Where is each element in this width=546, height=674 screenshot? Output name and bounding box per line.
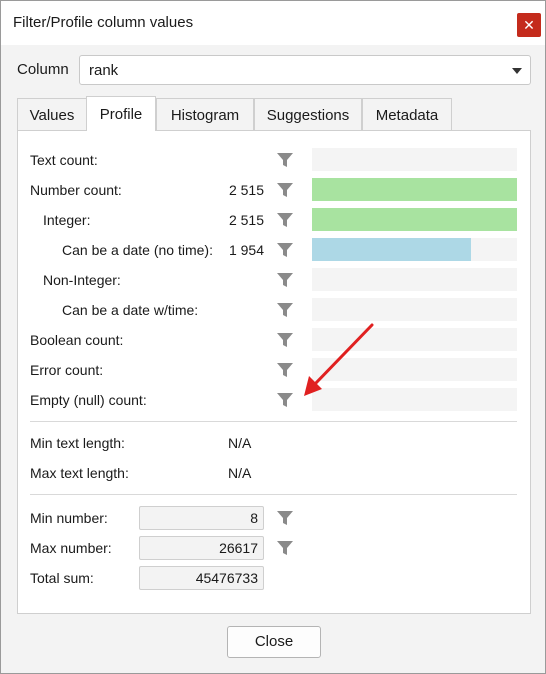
min-text-length-value: N/A [228, 435, 252, 451]
integer-value: 2 515 [228, 212, 264, 228]
title-bar: Filter/Profile column values ✕ [1, 1, 545, 45]
max-text-length-value: N/A [228, 465, 252, 481]
funnel-icon[interactable] [276, 152, 294, 168]
number-count-bar-fill [312, 178, 517, 201]
funnel-icon[interactable] [276, 242, 294, 258]
funnel-icon[interactable] [276, 540, 294, 556]
date-no-time-value: 1 954 [228, 242, 264, 258]
min-number-field[interactable]: 8 [139, 506, 264, 530]
number-count-label: Number count: [30, 182, 122, 198]
funnel-icon[interactable] [276, 182, 294, 198]
max-text-length-label: Max text length: [30, 465, 129, 481]
column-select[interactable]: rank [79, 55, 531, 85]
tab-profile[interactable]: Profile [86, 96, 156, 131]
divider [30, 494, 517, 495]
min-number-label: Min number: [30, 510, 108, 526]
tab-histogram[interactable]: Histogram [156, 98, 254, 130]
funnel-icon[interactable] [276, 510, 294, 526]
close-window-button[interactable]: ✕ [517, 13, 541, 37]
funnel-icon[interactable] [276, 212, 294, 228]
error-count-label: Error count: [30, 362, 104, 378]
funnel-icon[interactable] [276, 392, 294, 408]
dialog-window: Filter/Profile column values ✕ Column ra… [0, 0, 546, 674]
funnel-icon[interactable] [276, 272, 294, 288]
non-integer-label: Non-Integer: [43, 272, 121, 288]
boolean-count-label: Boolean count: [30, 332, 124, 348]
chevron-down-icon [512, 68, 522, 74]
min-text-length-label: Min text length: [30, 435, 125, 451]
integer-bar [312, 208, 517, 231]
tab-suggestions[interactable]: Suggestions [254, 98, 362, 130]
text-count-bar [312, 148, 517, 171]
funnel-icon[interactable] [276, 332, 294, 348]
date-with-time-bar [312, 298, 517, 321]
date-no-time-label: Can be a date (no time): [62, 242, 213, 258]
date-no-time-bar [312, 238, 517, 261]
funnel-icon[interactable] [276, 302, 294, 318]
date-no-time-bar-fill [312, 238, 472, 261]
divider [30, 421, 517, 422]
total-sum-label: Total sum: [30, 570, 94, 586]
non-integer-bar [312, 268, 517, 291]
window-title: Filter/Profile column values [13, 14, 194, 31]
total-sum-field[interactable]: 45476733 [139, 566, 264, 590]
max-number-label: Max number: [30, 540, 112, 556]
max-number-field[interactable]: 26617 [139, 536, 264, 560]
integer-bar-fill [312, 208, 517, 231]
integer-label: Integer: [43, 212, 91, 228]
tab-values[interactable]: Values [17, 98, 87, 130]
number-count-value: 2 515 [228, 182, 264, 198]
column-select-value: rank [89, 62, 119, 79]
close-button[interactable]: Close [227, 626, 321, 658]
empty-count-label: Empty (null) count: [30, 392, 147, 408]
number-count-bar [312, 178, 517, 201]
red-arrow-annotation [304, 323, 374, 396]
funnel-icon[interactable] [276, 362, 294, 378]
date-with-time-label: Can be a date w/time: [62, 302, 199, 318]
tab-metadata[interactable]: Metadata [362, 98, 452, 130]
column-label: Column [17, 61, 69, 78]
text-count-label: Text count: [30, 152, 98, 168]
